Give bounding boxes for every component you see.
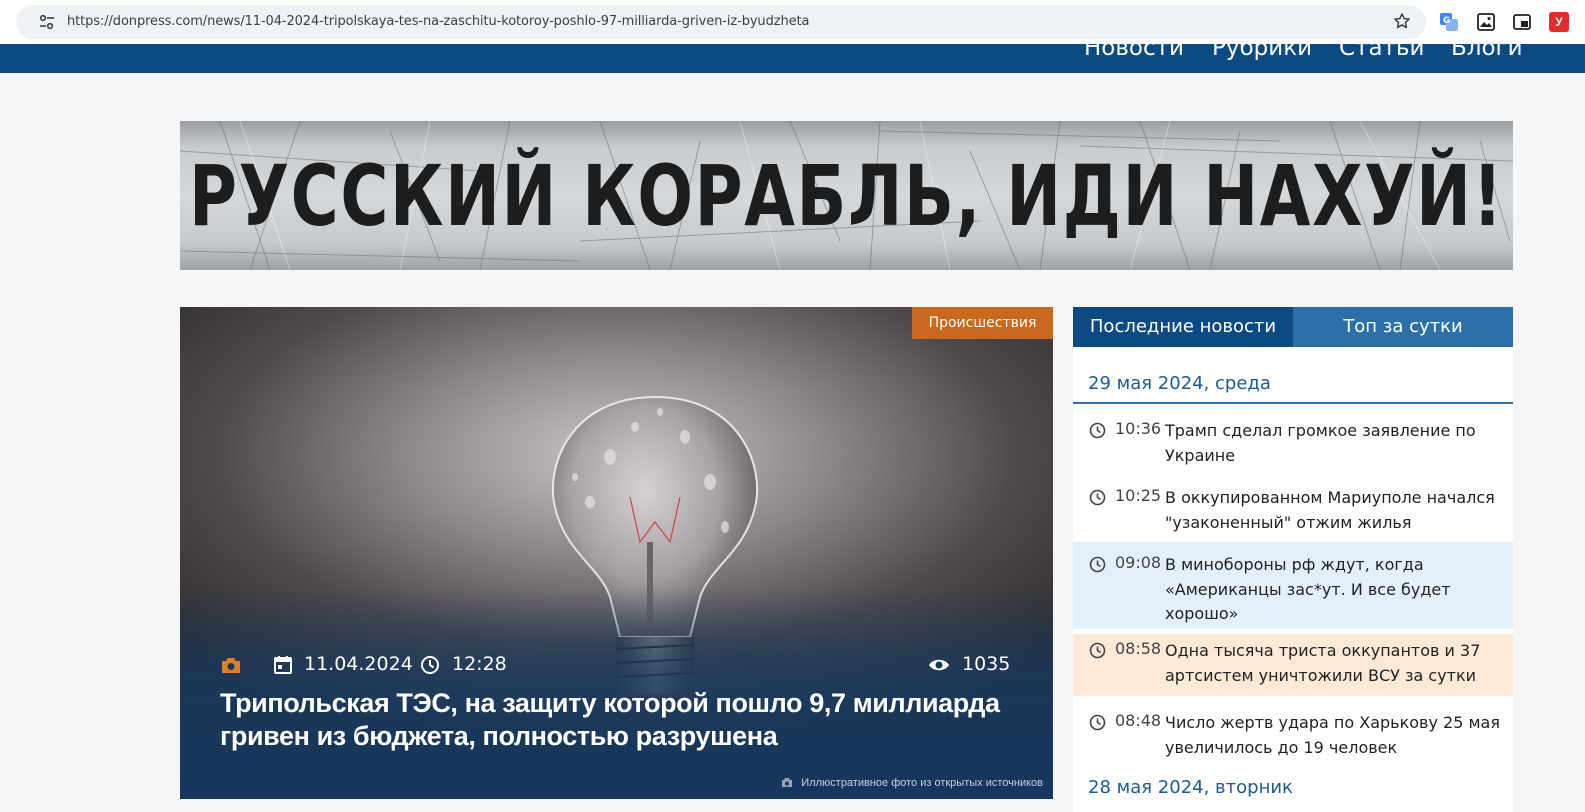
clock-icon — [1089, 556, 1106, 573]
tab-top-daily[interactable]: Топ за сутки — [1293, 307, 1513, 347]
clock-icon — [1089, 714, 1106, 731]
news-time: 10:25 — [1115, 486, 1162, 505]
nav-item-articles[interactable]: Статьи — [1339, 44, 1424, 61]
nav-item-rubrics[interactable]: Рубрики — [1212, 44, 1312, 61]
news-headline[interactable]: Число жертв удара по Харькову 25 мая уве… — [1165, 711, 1500, 760]
clock-icon — [1089, 642, 1106, 659]
svg-text:G: G — [1443, 16, 1450, 26]
bookmark-star-icon[interactable] — [1392, 11, 1412, 31]
news-time: 10:36 — [1115, 419, 1162, 438]
picture-in-picture-icon[interactable] — [1512, 12, 1532, 32]
red-extension-icon[interactable]: У — [1549, 12, 1569, 32]
news-headline[interactable]: В оккупированном Мариуполе начался "узак… — [1165, 486, 1500, 535]
clock-icon — [421, 656, 439, 674]
news-item[interactable]: 08:48 Число жертв удара по Харькову 25 м… — [1073, 706, 1513, 768]
news-headline[interactable]: Одна тысяча триста оккупантов и 37 артси… — [1165, 639, 1500, 688]
category-badge[interactable]: Происшествия — [912, 307, 1053, 339]
browser-toolbar: https://donpress.com/news/11-04-2024-tri… — [0, 0, 1585, 44]
views-eye-icon — [929, 659, 949, 671]
tab-latest-news[interactable]: Последние новости — [1073, 307, 1293, 347]
article-date: 11.04.2024 — [304, 653, 413, 675]
date-heading-may-29: 29 мая 2024, среда — [1088, 373, 1271, 394]
banner-slogan: РУССКИЙ КОРАБЛЬ, ИДИ НАХУЙ! — [189, 146, 1504, 245]
clock-icon — [1089, 489, 1106, 506]
article-views: 1035 — [962, 653, 1011, 675]
site-settings-icon[interactable] — [38, 14, 56, 30]
featured-article[interactable]: Происшествия 11.04.2024 12:28 1035 Трипо… — [180, 307, 1053, 799]
address-bar[interactable]: https://donpress.com/news/11-04-2024-tri… — [16, 5, 1426, 39]
nav-item-blogs[interactable]: Блоги — [1451, 44, 1523, 61]
news-time: 08:48 — [1115, 711, 1162, 730]
translate-extension-icon[interactable]: G — [1439, 12, 1459, 32]
article-time: 12:28 — [452, 653, 507, 675]
clock-icon — [1089, 422, 1106, 439]
article-meta: 11.04.2024 12:28 1035 — [220, 653, 1013, 679]
photo-caption: Иллюстративное фото из открытых источник… — [781, 777, 1043, 789]
url-text[interactable]: https://donpress.com/news/11-04-2024-tri… — [67, 14, 809, 29]
article-title[interactable]: Трипольская ТЭС, на защиту которой пошло… — [220, 687, 1013, 753]
news-item-highlighted[interactable]: 09:08 В минобороны рф ждут, когда «Амери… — [1073, 542, 1513, 629]
calendar-icon — [274, 656, 292, 674]
news-headline[interactable]: В минобороны рф ждут, когда «Американцы … — [1165, 553, 1500, 627]
photo-caption-text: Иллюстративное фото из открытых источник… — [801, 777, 1043, 789]
news-sidebar: Последние новости Топ за сутки 29 мая 20… — [1073, 307, 1513, 812]
news-time: 08:58 — [1115, 639, 1162, 658]
news-item[interactable]: 10:25 В оккупированном Мариуполе начался… — [1073, 481, 1513, 543]
date-divider — [1073, 402, 1513, 404]
news-item[interactable]: 10:36 Трамп сделал громкое заявление по … — [1073, 414, 1513, 476]
camera-icon — [222, 658, 240, 673]
photo-camera-icon — [782, 778, 793, 787]
date-heading-may-28: 28 мая 2024, вторник — [1088, 777, 1293, 798]
news-item-highlighted[interactable]: 08:58 Одна тысяча триста оккупантов и 37… — [1073, 634, 1513, 696]
news-time: 09:08 — [1115, 553, 1162, 572]
site-navigation: Новости Рубрики Статьи Блоги — [0, 44, 1585, 73]
nav-item-news[interactable]: Новости — [1084, 44, 1184, 61]
news-headline[interactable]: Трамп сделал громкое заявление по Украин… — [1165, 419, 1500, 468]
banner[interactable]: РУССКИЙ КОРАБЛЬ, ИДИ НАХУЙ! — [180, 121, 1513, 270]
image-extension-icon[interactable] — [1476, 12, 1496, 32]
